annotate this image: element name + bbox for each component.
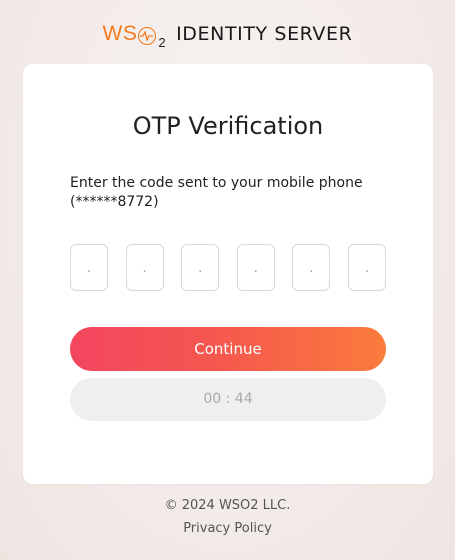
resend-timer: 00 : 44	[70, 378, 386, 421]
otp-digit-5[interactable]	[292, 244, 331, 291]
privacy-policy-link[interactable]: Privacy Policy	[0, 521, 455, 536]
wso2-logo: WS 2	[102, 22, 167, 50]
logo-prefix: WS	[102, 22, 138, 45]
otp-input-group	[70, 244, 386, 291]
copyright-text: © 2024 WSO2 LLC.	[164, 498, 291, 513]
otp-digit-2[interactable]	[125, 244, 164, 291]
page-title: OTP Verification	[132, 112, 324, 140]
otp-digit-4[interactable]	[236, 244, 275, 291]
otp-card: OTP Verification Enter the code sent to …	[23, 64, 433, 484]
footer: © 2024 WSO2 LLC. Privacy Policy	[0, 498, 455, 536]
otp-digit-6[interactable]	[347, 244, 386, 291]
instruction-text: Enter the code sent to your mobile phone…	[70, 175, 363, 210]
otp-digit-1[interactable]	[70, 244, 108, 291]
brand-header: WS 2 IDENTITY SERVER	[0, 22, 455, 50]
product-name: IDENTITY SERVER	[176, 23, 353, 45]
logo-subscript: 2	[158, 35, 167, 50]
otp-digit-3[interactable]	[181, 244, 220, 291]
logo-pulse-icon	[138, 27, 157, 45]
continue-button[interactable]: Continue	[70, 327, 386, 371]
